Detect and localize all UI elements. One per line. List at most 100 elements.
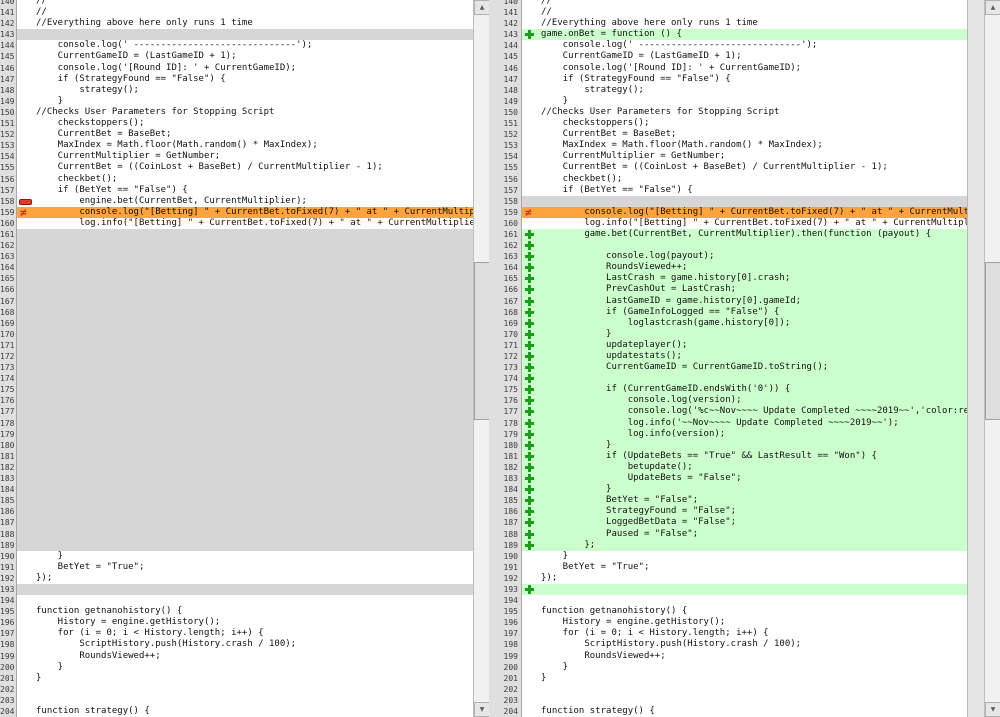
code-line[interactable]: 201}: [489, 673, 967, 684]
code-line[interactable]: 149 }: [489, 96, 967, 107]
code-line[interactable]: 191 BetYet = "True";: [489, 562, 967, 573]
code-line[interactable]: 141//: [0, 7, 473, 18]
code-line[interactable]: 162: [489, 240, 967, 251]
code-line[interactable]: 179: [0, 429, 473, 440]
code-line[interactable]: 196 History = engine.getHistory();: [0, 617, 473, 628]
code-line[interactable]: 200 }: [0, 662, 473, 673]
code-line[interactable]: 200 }: [489, 662, 967, 673]
code-line[interactable]: 183 UpdateBets = "False";: [489, 473, 967, 484]
code-line[interactable]: 183: [0, 473, 473, 484]
code-line[interactable]: 166 PrevCashOut = LastCrash;: [489, 284, 967, 295]
code-line[interactable]: 150//Checks User Parameters for Stopping…: [489, 107, 967, 118]
code-line[interactable]: 194: [489, 595, 967, 606]
code-line[interactable]: 187: [0, 517, 473, 528]
code-line[interactable]: 178: [0, 418, 473, 429]
code-line[interactable]: 161: [0, 229, 473, 240]
code-line[interactable]: 170: [0, 329, 473, 340]
code-line[interactable]: 174: [489, 373, 967, 384]
code-line[interactable]: 202: [0, 684, 473, 695]
code-line[interactable]: 170 }: [489, 329, 967, 340]
code-line[interactable]: 147 if (StrategyFound == "False") {: [0, 74, 473, 85]
code-line[interactable]: 148 strategy();: [489, 85, 967, 96]
code-line[interactable]: 168: [0, 307, 473, 318]
code-line[interactable]: 197 for (i = 0; i < History.length; i++)…: [0, 628, 473, 639]
code-line[interactable]: 169: [0, 318, 473, 329]
scrollbar-thumb[interactable]: [474, 262, 490, 420]
code-line[interactable]: 203: [0, 695, 473, 706]
code-line[interactable]: 185 BetYet = "False";: [489, 495, 967, 506]
code-line[interactable]: 169 loglastcrash(game.history[0]);: [489, 318, 967, 329]
code-line[interactable]: 176: [0, 395, 473, 406]
code-line[interactable]: 174: [0, 373, 473, 384]
code-line[interactable]: 198 ScriptHistory.push(History.crash / 1…: [0, 639, 473, 650]
code-line[interactable]: 147 if (StrategyFound == "False") {: [489, 74, 967, 85]
code-line[interactable]: 191 BetYet = "True";: [0, 562, 473, 573]
code-line[interactable]: 188: [0, 529, 473, 540]
code-line[interactable]: 202: [489, 684, 967, 695]
code-line[interactable]: 193: [0, 584, 473, 595]
code-line[interactable]: 179 log.info(version);: [489, 429, 967, 440]
code-line[interactable]: 195function getnanohistory() {: [0, 606, 473, 617]
code-line[interactable]: 197 for (i = 0; i < History.length; i++)…: [489, 628, 967, 639]
right-pane-scrollbar[interactable]: ▲ ▼: [984, 0, 1000, 717]
code-line[interactable]: 165 LastCrash = game.history[0].crash;: [489, 273, 967, 284]
code-line[interactable]: 140//: [489, 0, 967, 7]
code-line[interactable]: 196 History = engine.getHistory();: [489, 617, 967, 628]
code-line[interactable]: 145 CurrentGameID = (LastGameID + 1);: [489, 51, 967, 62]
code-line[interactable]: 167: [0, 296, 473, 307]
code-line[interactable]: 164 RoundsViewed++;: [489, 262, 967, 273]
code-line[interactable]: 178 log.info('~~Nov~~~~ Update Completed…: [489, 418, 967, 429]
code-line[interactable]: 166: [0, 284, 473, 295]
code-line[interactable]: 171 updateplayer();: [489, 340, 967, 351]
code-line[interactable]: 167 LastGameID = game.history[0].gameId;: [489, 296, 967, 307]
code-line[interactable]: 195function getnanohistory() {: [489, 606, 967, 617]
left-pane-scrollbar[interactable]: ▲ ▼: [473, 0, 489, 717]
code-line[interactable]: 177: [0, 406, 473, 417]
code-line[interactable]: 190 }: [489, 551, 967, 562]
code-line[interactable]: 162: [0, 240, 473, 251]
scrollbar-thumb[interactable]: [985, 262, 1000, 420]
code-line[interactable]: 158 engine.bet(CurrentBet, CurrentMultip…: [0, 196, 473, 207]
code-line[interactable]: 203: [489, 695, 967, 706]
code-line[interactable]: 180: [0, 440, 473, 451]
code-line[interactable]: 204function strategy() {: [0, 706, 473, 717]
code-line[interactable]: 164: [0, 262, 473, 273]
scroll-down-icon[interactable]: ▼: [474, 702, 490, 717]
code-line[interactable]: 157 if (BetYet == "False") {: [0, 185, 473, 196]
code-line[interactable]: 184: [0, 484, 473, 495]
scroll-up-icon[interactable]: ▲: [474, 0, 490, 15]
code-line[interactable]: 165: [0, 273, 473, 284]
code-line[interactable]: 152 CurrentBet = BaseBet;: [0, 129, 473, 140]
code-line[interactable]: 177 console.log('%c~~Nov~~~~ Update Comp…: [489, 406, 967, 417]
code-line[interactable]: 180 }: [489, 440, 967, 451]
code-line[interactable]: 189 };: [489, 540, 967, 551]
code-line[interactable]: 145 CurrentGameID = (LastGameID + 1);: [0, 51, 473, 62]
code-line[interactable]: 153 MaxIndex = Math.floor(Math.random() …: [489, 140, 967, 151]
code-line[interactable]: 160 log.info("[Betting] " + CurrentBet.t…: [489, 218, 967, 229]
code-line[interactable]: 146 console.log('[Round ID]: ' + Current…: [489, 63, 967, 74]
code-line[interactable]: 186: [0, 506, 473, 517]
code-line[interactable]: 176 console.log(version);: [489, 395, 967, 406]
code-line[interactable]: 150//Checks User Parameters for Stopping…: [0, 107, 473, 118]
code-line[interactable]: 182 betupdate();: [489, 462, 967, 473]
code-line[interactable]: 189: [0, 540, 473, 551]
code-line[interactable]: 151 checkstoppers();: [489, 118, 967, 129]
code-line[interactable]: 194: [0, 595, 473, 606]
code-line[interactable]: 192});: [0, 573, 473, 584]
code-line[interactable]: 192});: [489, 573, 967, 584]
code-line[interactable]: 149 }: [0, 96, 473, 107]
code-line[interactable]: 181: [0, 451, 473, 462]
code-line[interactable]: 151 checkstoppers();: [0, 118, 473, 129]
code-line[interactable]: 199 RoundsViewed++;: [489, 651, 967, 662]
code-line[interactable]: 182: [0, 462, 473, 473]
code-line[interactable]: 152 CurrentBet = BaseBet;: [489, 129, 967, 140]
code-line[interactable]: 156 checkbet();: [489, 174, 967, 185]
code-line[interactable]: 159 console.log("[Betting] " + CurrentBe…: [489, 207, 967, 218]
code-line[interactable]: 140//: [0, 0, 473, 7]
code-line[interactable]: 144 console.log(' ----------------------…: [489, 40, 967, 51]
code-line[interactable]: 154 CurrentMultiplier = GetNumber;: [0, 151, 473, 162]
code-line[interactable]: 158: [489, 196, 967, 207]
code-line[interactable]: 142//Everything above here only runs 1 t…: [489, 18, 967, 29]
scroll-up-icon[interactable]: ▲: [985, 0, 1000, 15]
code-line[interactable]: 184 }: [489, 484, 967, 495]
